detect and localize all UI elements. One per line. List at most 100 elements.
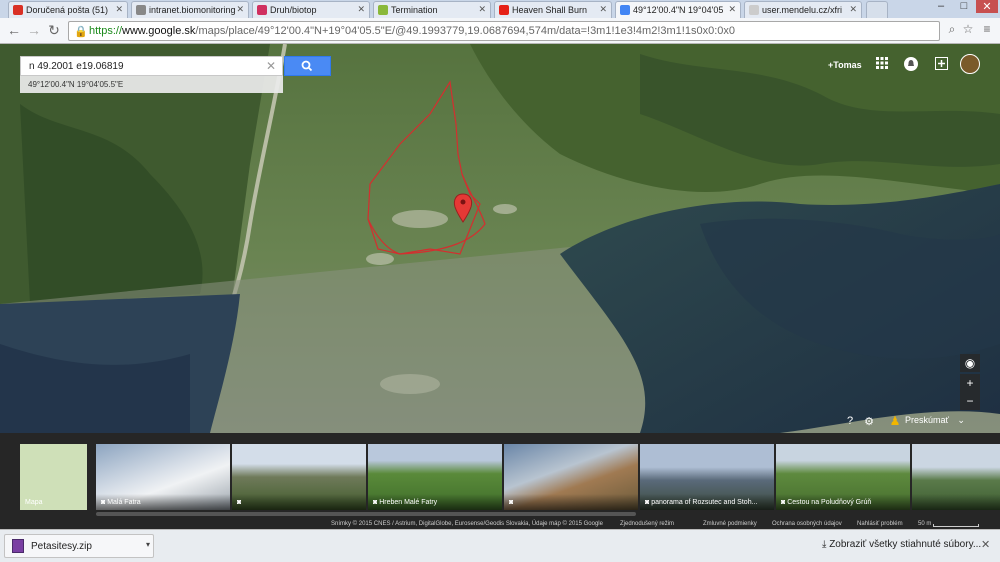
close-icon[interactable]: ✕ [849,4,857,15]
tab-label: intranet.biomonitoring [149,5,236,15]
apps-grid-icon[interactable] [874,57,890,73]
thumb-caption: ◙ Malá Fatra [96,494,230,510]
tab-label: 49°12'00.4"N 19°04'05 [633,5,724,15]
search-suggestion[interactable]: 49°12'00.4"N 19°04'05.5"E [20,76,283,93]
thumb-caption: Mapa [25,499,43,506]
explore-toggle[interactable]: Preskúmať ⌄ [905,415,965,426]
browser-toolbar: ← → ↻ 🔒 https://www.google.sk/maps/place… [0,18,1000,44]
back-arrow-icon[interactable]: ← [6,22,22,38]
archive-file-icon [12,539,24,553]
close-icon[interactable]: ✕ [478,4,486,15]
tab-termination[interactable]: Termination ✕ [373,1,491,18]
search-icon[interactable]: ⌕ [944,22,960,37]
scale-bar [933,524,979,527]
biotop-icon [257,5,267,15]
close-icon[interactable]: ✕ [115,4,123,15]
termination-icon [378,5,388,15]
zoom-in-button[interactable]: + [960,374,980,392]
show-all-label: Zobraziť všetky stiahnuté súbory... [829,539,982,550]
share-add-icon[interactable] [933,57,949,73]
photo-thumbnail[interactable]: ◙ panorama of Rozsutec and Stoh... [640,444,774,510]
url-host: www.google.sk [122,25,196,37]
camera-icon: ◙ [237,499,242,506]
pegman-icon[interactable]: ♟ [887,414,903,430]
minimize-icon[interactable]: – [930,0,952,12]
close-window-icon[interactable]: ✕ [976,0,998,13]
youtube-icon [499,5,509,15]
bookmark-star-icon[interactable]: ☆ [960,22,976,36]
search-button[interactable] [284,56,331,76]
forward-arrow-icon[interactable]: → [26,22,42,38]
thumb-caption: ◙ panorama of Rozsutec and Stoh... [640,494,774,510]
avatar[interactable] [960,54,980,74]
filmstrip-scrollbar[interactable] [96,512,636,516]
map-view-tile[interactable]: Mapa [20,444,87,510]
url-scheme: https:// [89,25,123,37]
download-item[interactable]: Petasitesy.zip ▾ [4,534,154,558]
photo-thumbnail[interactable]: ◙ [232,444,366,510]
close-icon[interactable]: ✕ [981,538,990,551]
notifications-bell-icon[interactable] [903,57,919,73]
google-plus-user[interactable]: +Tomas [828,60,862,70]
close-icon[interactable]: ✕ [236,4,244,15]
maximize-icon[interactable]: □ [953,0,975,12]
my-location-icon[interactable]: ◉ [960,354,980,372]
thumb-caption-text: panorama of Rozsutec and Stoh... [651,499,758,506]
simplified-mode-link[interactable]: Zjednodušený režim [620,521,674,527]
tab-gmail[interactable]: Doručená pošta (51) ✕ [8,1,128,18]
tab-druh-biotop[interactable]: Druh/biotop ✕ [252,1,370,18]
tab-label: user.mendelu.cz/xfri [762,5,843,15]
chrome-menu-icon[interactable]: ≡ [979,22,995,36]
photo-thumbnail[interactable] [912,444,1000,510]
maps-search-input[interactable]: n 49.2001 e19.06819 ✕ [20,56,283,76]
satellite-map[interactable]: n 49.2001 e19.06819 ✕ 49°12'00.4"N 19°04… [0,44,1000,433]
new-tab-button[interactable] [866,1,888,18]
photo-thumbnail[interactable]: ◙ [504,444,638,510]
help-icon[interactable]: ? [842,415,858,431]
report-problem-link[interactable]: Nahlásiť problém [857,521,903,527]
thumb-caption [912,494,1000,510]
url-path: /maps/place/49°12'00.4"N+19°04'05.5"E/@4… [195,25,735,37]
tab-label: Doručená pošta (51) [26,5,109,15]
chevron-down-icon[interactable]: ▾ [146,540,150,549]
reload-icon[interactable]: ↻ [46,22,62,39]
thumb-caption-text: Cestou na Poludňový Grúň [787,499,872,506]
tab-label: Druh/biotop [270,5,317,15]
tab-google-maps[interactable]: 49°12'00.4"N 19°04'05 ✕ [615,1,741,18]
close-icon[interactable]: ✕ [599,4,607,15]
satellite-imagery [0,44,1000,433]
photo-thumbnail[interactable]: ◙ Hreben Malé Fatry [368,444,502,510]
show-all-downloads-link[interactable]: ⤓ Zobraziť všetky stiahnuté súbory... [822,539,981,550]
photo-thumbnail[interactable]: ◙ Malá Fatra [96,444,230,510]
tab-mendelu[interactable]: user.mendelu.cz/xfri ✕ [744,1,862,18]
magnifier-icon [301,60,313,72]
download-shelf: Petasitesy.zip ▾ ⤓ Zobraziť všetky stiah… [0,529,1000,562]
search-query: n 49.2001 e19.06819 [29,61,124,72]
thumb-caption: ◙ [232,494,366,510]
chevron-down-icon: ⌄ [957,415,965,425]
photo-filmstrip: Mapa ◙ Malá Fatra ◙ ◙ Hreben Malé Fatry … [0,433,1000,519]
thumb-caption-text: Hreben Malé Fatry [379,499,438,506]
maps-icon [620,5,630,15]
photo-thumbnail[interactable]: ◙ Cestou na Poludňový Grúň [776,444,910,510]
close-icon[interactable]: ✕ [357,4,365,15]
imagery-credits: Snímky © 2015 CNES / Astrium, DigitalGlo… [331,521,603,527]
map-footer: Snímky © 2015 CNES / Astrium, DigitalGlo… [0,519,1000,529]
privacy-link[interactable]: Ochrana osobných údajov [772,521,842,527]
tab-label: Termination [391,5,438,15]
close-icon[interactable]: ✕ [728,4,736,15]
terms-link[interactable]: Zmluvné podmienky [703,521,757,527]
tab-youtube[interactable]: Heaven Shall Burn ✕ [494,1,612,18]
thumb-caption: ◙ [504,494,638,510]
settings-gear-icon[interactable]: ⚙ [861,415,877,431]
address-bar[interactable]: 🔒 https://www.google.sk/maps/place/49°12… [68,21,940,41]
tab-strip: Doručená pošta (51) ✕ intranet.biomonito… [0,0,1000,18]
gmail-icon [13,5,23,15]
explore-label: Preskúmať [905,415,949,425]
tab-intranet[interactable]: intranet.biomonitoring ✕ [131,1,249,18]
scale-label[interactable]: 50 m [918,521,931,527]
clear-icon[interactable]: ✕ [266,59,276,73]
download-filename: Petasitesy.zip [31,541,92,552]
zoom-out-button[interactable]: − [960,392,980,410]
tab-label: Heaven Shall Burn [512,5,588,15]
